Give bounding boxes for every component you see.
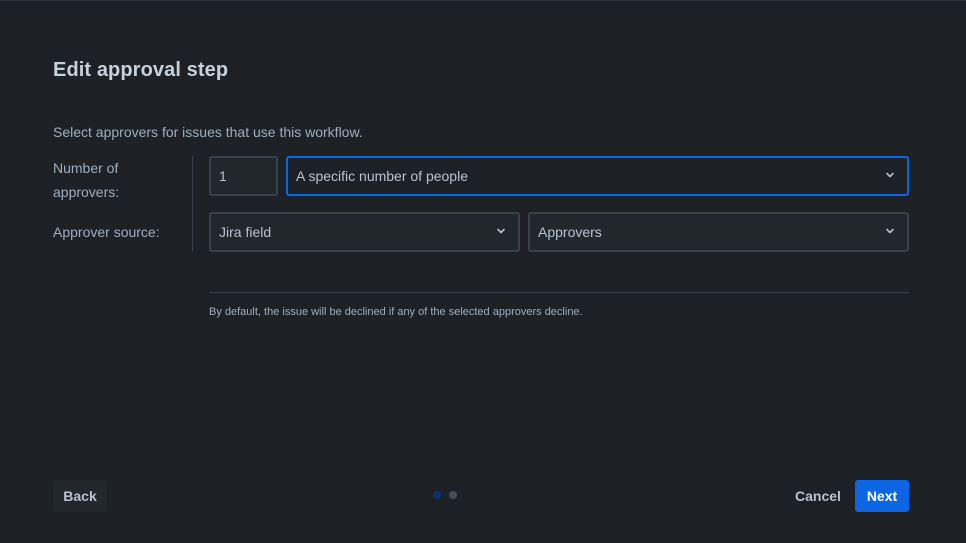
approver-count-value: 1 [219, 168, 227, 184]
approver-mode-select[interactable]: A specific number of people [286, 156, 909, 196]
step-dot-1 [433, 491, 441, 499]
approver-mode-value: A specific number of people [296, 168, 468, 184]
back-button[interactable]: Back [53, 480, 107, 512]
section-divider [209, 292, 909, 293]
chevron-down-icon [886, 172, 894, 178]
approver-count-input[interactable]: 1 [209, 156, 278, 196]
edit-approval-dialog: Edit approval step Select approvers for … [0, 0, 966, 543]
dialog-title: Edit approval step [53, 59, 229, 81]
number-of-approvers-label: Number of approvers: [53, 160, 120, 200]
decline-note: By default, the issue will be declined i… [209, 306, 583, 318]
approver-field-select[interactable]: Approvers [528, 212, 909, 252]
approver-source-type-value: Jira field [219, 224, 272, 240]
form-divider [192, 156, 193, 251]
chevron-down-icon [497, 228, 505, 234]
next-button[interactable]: Next [855, 480, 909, 512]
chevron-down-icon [886, 228, 894, 234]
cancel-button[interactable]: Cancel [788, 480, 848, 512]
step-dot-2 [449, 491, 457, 499]
step-indicator [433, 491, 457, 499]
approver-field-value: Approvers [538, 224, 602, 240]
dialog-intro-text: Select approvers for issues that use thi… [53, 124, 363, 140]
approver-source-type-select[interactable]: Jira field [209, 212, 520, 252]
approver-source-label: Approver source: [53, 224, 160, 240]
